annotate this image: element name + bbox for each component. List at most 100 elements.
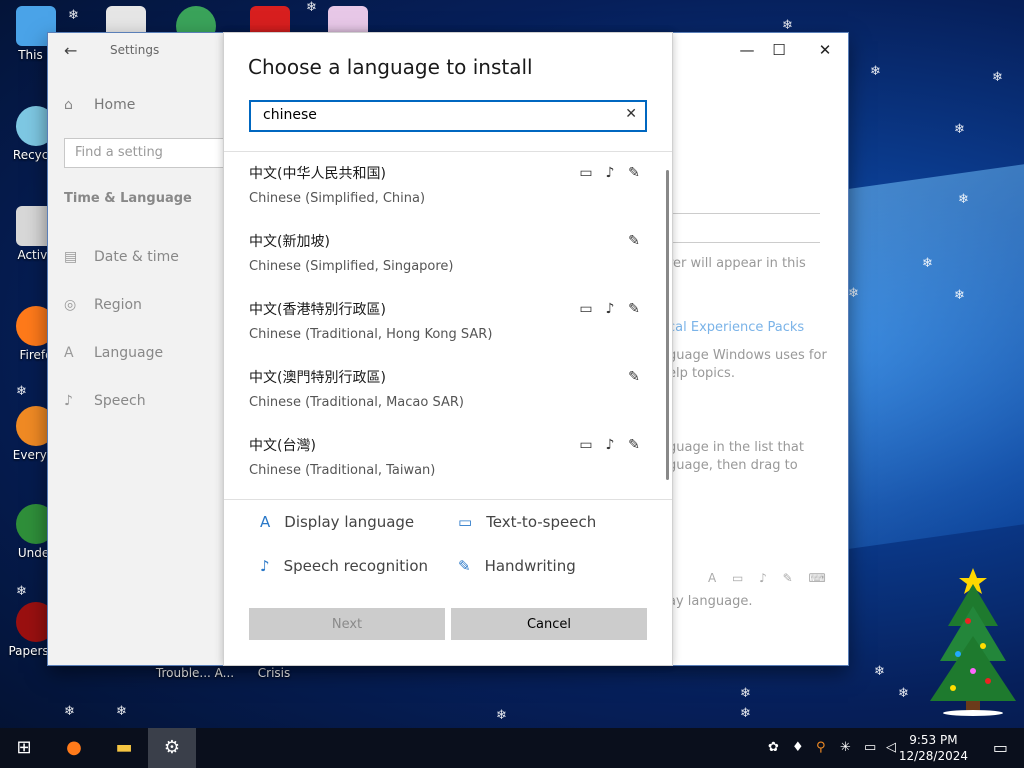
globe-icon: ◎ bbox=[64, 297, 77, 313]
file-explorer-icon[interactable]: ▬ bbox=[100, 728, 148, 768]
legend-label: Speech recognition bbox=[283, 557, 429, 575]
handwriting-icon: ✎ bbox=[628, 369, 640, 385]
clear-search-icon[interactable]: ✕ bbox=[625, 106, 637, 122]
language-icon: A bbox=[64, 345, 74, 361]
speech-recognition-icon: ♪ bbox=[260, 557, 270, 575]
next-button[interactable]: Next bbox=[249, 608, 445, 640]
sidebar-item-home[interactable]: ⌂ Home bbox=[64, 97, 135, 113]
tray-snowflake-icon[interactable]: ✳ bbox=[840, 740, 851, 755]
language-item[interactable]: 中文(澳門特別行政區) Chinese (Traditional, Macao … bbox=[224, 357, 664, 425]
desktop-icon-label: Trouble... A... bbox=[155, 666, 235, 680]
language-native-name: 中文(中华人民共和国) bbox=[249, 166, 386, 182]
legend-handwriting: ✎ Handwriting bbox=[458, 557, 576, 575]
list-scrollbar[interactable] bbox=[666, 170, 669, 480]
sidebar-item-label: Date & time bbox=[94, 249, 179, 265]
cancel-button[interactable]: Cancel bbox=[451, 608, 647, 640]
display-language-icon: A bbox=[260, 513, 271, 531]
language-search-box[interactable]: ✕ bbox=[249, 100, 647, 132]
language-list[interactable]: 中文(中华人民共和国) Chinese (Simplified, China) … bbox=[224, 153, 664, 499]
minimize-button[interactable]: — bbox=[732, 41, 762, 59]
microphone-icon: ♪ bbox=[64, 393, 73, 409]
language-item[interactable]: 中文(香港特別行政區) Chinese (Traditional, Hong K… bbox=[224, 289, 664, 357]
display-language-icon: ▭ bbox=[579, 301, 593, 317]
close-button[interactable]: ✕ bbox=[810, 41, 840, 59]
desktop-icon-crisis[interactable]: Crisis bbox=[244, 666, 304, 680]
find-setting-input[interactable]: Find a setting bbox=[64, 138, 226, 168]
language-english-name: Chinese (Traditional, Macao SAR) bbox=[249, 395, 464, 410]
snowflake-icon: ❄ bbox=[306, 0, 317, 15]
volume-muted-icon[interactable]: ◁ bbox=[886, 740, 896, 755]
start-button[interactable]: ⊞ bbox=[0, 728, 48, 768]
notification-icon[interactable]: ▭ bbox=[993, 738, 1008, 757]
language-native-name: 中文(香港特別行政區) bbox=[249, 302, 386, 318]
find-setting-placeholder: Find a setting bbox=[75, 145, 163, 160]
desktop-icon-label: Crisis bbox=[257, 666, 291, 680]
text-to-speech-icon: ▭ bbox=[458, 513, 473, 531]
handwriting-icon: ✎ bbox=[628, 165, 640, 181]
handwriting-icon: ✎ bbox=[628, 233, 640, 249]
clock-date: 12/28/2024 bbox=[898, 749, 968, 763]
snowflake-icon: ❄ bbox=[954, 288, 965, 303]
background-text: guage Windows uses for bbox=[668, 348, 827, 363]
language-native-name: 中文(新加坡) bbox=[249, 234, 330, 250]
background-feature-icons: A ▭ ♪ ✎ ⌨ bbox=[708, 571, 832, 585]
desktop-icon-troubleshoot[interactable]: Trouble... A... bbox=[150, 666, 240, 680]
snowflake-icon: ❄ bbox=[954, 122, 965, 137]
divider bbox=[224, 151, 672, 152]
tray-app-icon[interactable]: ✿ bbox=[768, 740, 779, 755]
sidebar-item-label: Region bbox=[94, 297, 142, 313]
language-item[interactable]: 中文(中华人民共和国) Chinese (Simplified, China) … bbox=[224, 153, 664, 221]
snowflake-icon: ❄ bbox=[992, 70, 1003, 85]
language-item[interactable]: 中文(新加坡) Chinese (Simplified, Singapore) … bbox=[224, 221, 664, 289]
maximize-button[interactable]: ☐ bbox=[764, 41, 794, 59]
legend-label: Display language bbox=[284, 513, 415, 531]
divider bbox=[224, 499, 672, 500]
sidebar-item-date-time[interactable]: ▤ Date & time bbox=[64, 249, 179, 265]
speech-recognition-icon: ♪ bbox=[605, 301, 615, 317]
tray-search-icon[interactable]: ⚲ bbox=[816, 740, 826, 755]
legend-text-to-speech: ▭ Text-to-speech bbox=[458, 513, 596, 531]
christmas-tree-icon bbox=[930, 568, 1016, 716]
language-item[interactable]: 中文(台灣) Chinese (Traditional, Taiwan) ▭ ♪… bbox=[224, 425, 664, 493]
sidebar-item-language[interactable]: A Language bbox=[64, 345, 163, 361]
legend-speech-recognition: ♪ Speech recognition bbox=[260, 557, 428, 575]
snowflake-icon: ❄ bbox=[922, 256, 933, 271]
background-text: guage, then drag to bbox=[668, 458, 798, 473]
taskbar: ⊞ ● ▬ ⚙ ✿ ♦ ⚲ ✳ ▭ ◁ 9:53 PM 12/28/2024 ▭ bbox=[0, 728, 1024, 768]
snowflake-icon: ❄ bbox=[870, 64, 881, 79]
network-icon[interactable]: ▭ bbox=[864, 740, 876, 755]
language-english-name: Chinese (Simplified, Singapore) bbox=[249, 259, 454, 274]
snowflake-icon: ❄ bbox=[68, 8, 79, 23]
legend-label: Text-to-speech bbox=[486, 513, 597, 531]
snowflake-icon: ❄ bbox=[782, 18, 793, 33]
sidebar-item-speech[interactable]: ♪ Speech bbox=[64, 393, 146, 409]
snowflake-icon: ❄ bbox=[116, 704, 127, 719]
handwriting-icon: ✎ bbox=[458, 557, 471, 575]
firefox-taskbar-icon[interactable]: ● bbox=[50, 728, 98, 768]
background-text: guage in the list that bbox=[668, 440, 804, 455]
language-search-input[interactable] bbox=[261, 106, 615, 124]
display-language-icon: ▭ bbox=[579, 437, 593, 453]
back-arrow-icon[interactable]: ← bbox=[64, 41, 77, 60]
snowflake-icon: ❄ bbox=[64, 704, 75, 719]
home-icon: ⌂ bbox=[64, 97, 73, 113]
language-english-name: Chinese (Simplified, China) bbox=[249, 191, 426, 206]
clock[interactable]: 9:53 PM 12/28/2024 bbox=[899, 732, 968, 764]
window-title: Settings bbox=[110, 43, 160, 57]
snowflake-icon: ❄ bbox=[740, 706, 751, 721]
snowflake-icon: ❄ bbox=[740, 686, 751, 701]
calendar-icon: ▤ bbox=[64, 249, 78, 265]
language-native-name: 中文(台灣) bbox=[249, 438, 316, 454]
sidebar-item-label: Home bbox=[94, 97, 136, 113]
sidebar-item-label: Speech bbox=[94, 393, 146, 409]
snowflake-icon: ❄ bbox=[16, 384, 27, 399]
background-text: ay language. bbox=[668, 594, 753, 609]
language-native-name: 中文(澳門特別行政區) bbox=[249, 370, 386, 386]
local-experience-packs-link[interactable]: cal Experience Packs bbox=[668, 319, 804, 337]
snowflake-icon: ❄ bbox=[874, 664, 885, 679]
snowflake-icon: ❄ bbox=[496, 708, 507, 723]
settings-taskbar-icon[interactable]: ⚙ bbox=[148, 728, 196, 768]
background-text: rer will appear in this bbox=[668, 256, 806, 271]
tray-drop-icon[interactable]: ♦ bbox=[792, 740, 804, 755]
sidebar-item-region[interactable]: ◎ Region bbox=[64, 297, 142, 313]
